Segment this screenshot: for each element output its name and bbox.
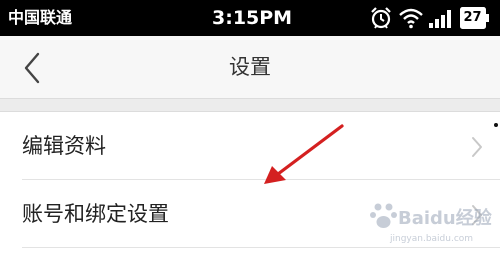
battery-icon: 27	[460, 7, 490, 29]
watermark-url: jingyan.baidu.com	[390, 234, 474, 244]
paw-logo-icon	[370, 203, 397, 228]
annotation-dot	[494, 123, 498, 127]
settings-item-label: 编辑资料	[22, 134, 106, 158]
watermark-text: Baidu经验	[398, 208, 492, 229]
status-icons: 27	[368, 5, 496, 31]
carrier-name: 中国联通	[8, 8, 73, 27]
page-title: 设置	[229, 55, 271, 79]
navigation-bar: 设置	[0, 36, 500, 98]
battery-level: 27	[463, 10, 482, 25]
wifi-icon	[399, 8, 423, 29]
baidu-watermark: Baidu经验 jingyan.baidu.com	[370, 196, 496, 256]
status-bar: 中国联通 3:15PM 27	[0, 0, 500, 36]
status-time: 3:15PM	[212, 7, 293, 29]
section-divider	[0, 98, 500, 112]
settings-item-label: 账号和绑定设置	[22, 202, 169, 226]
settings-item-edit-profile[interactable]: 编辑资料	[0, 112, 500, 180]
back-button[interactable]	[14, 50, 50, 86]
alarm-icon	[371, 7, 391, 29]
chevron-right-icon	[472, 137, 482, 157]
chevron-left-icon	[24, 52, 40, 84]
signal-icon	[429, 10, 451, 28]
settings-screen: 中国联通 3:15PM 27 设置 编辑资料 账号和绑定设置 Baidu经验 j…	[0, 0, 500, 258]
